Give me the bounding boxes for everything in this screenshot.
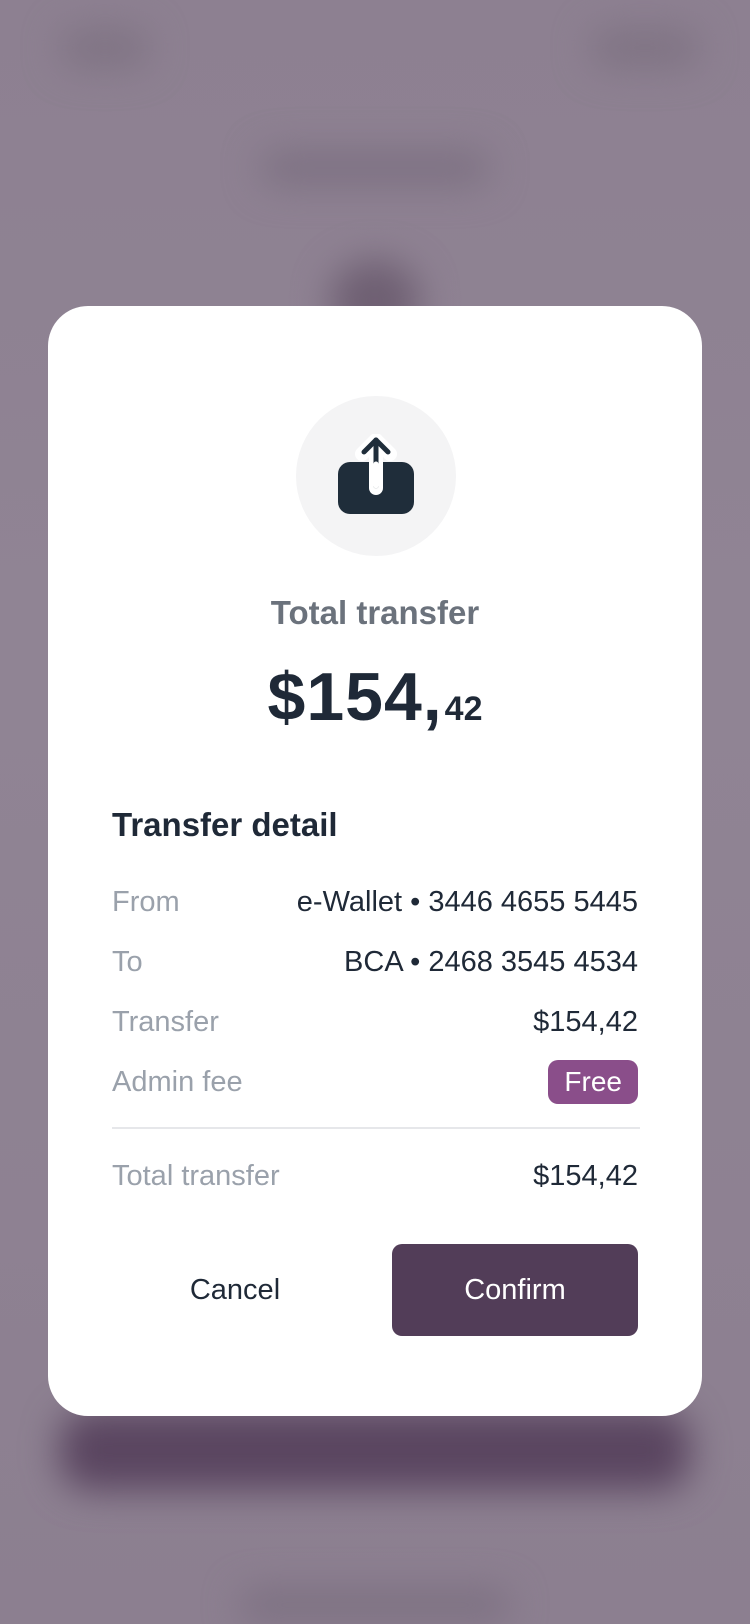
detail-row-transfer: Transfer $154,42 bbox=[112, 1000, 638, 1044]
cancel-button[interactable]: Cancel bbox=[112, 1244, 358, 1336]
total-transfer-heading: Total transfer bbox=[270, 594, 480, 631]
confirm-button[interactable]: Confirm bbox=[392, 1244, 638, 1336]
detail-value: $154,42 bbox=[533, 1005, 638, 1038]
background-blur-shape bbox=[260, 150, 490, 186]
background-blur-shape bbox=[60, 1410, 690, 1490]
total-row: Total transfer $154,42 bbox=[112, 1154, 638, 1198]
detail-label: Admin fee bbox=[112, 1065, 243, 1098]
total-amount: $154,42 bbox=[48, 658, 702, 736]
transfer-detail-title: Transfer detail bbox=[112, 806, 338, 843]
divider bbox=[112, 1127, 640, 1129]
detail-label: To bbox=[112, 945, 143, 978]
amount-major: $154, bbox=[267, 659, 443, 735]
detail-row-from: From e-Wallet • 3446 4655 5445 bbox=[112, 880, 638, 924]
upload-share-icon bbox=[338, 434, 414, 514]
detail-row-to: To BCA • 2468 3545 4534 bbox=[112, 940, 638, 984]
background-blur-shape bbox=[590, 28, 700, 68]
detail-value: e-Wallet • 3446 4655 5445 bbox=[296, 885, 638, 918]
total-value: $154,42 bbox=[533, 1159, 638, 1192]
total-label: Total transfer bbox=[112, 1159, 280, 1192]
detail-label: Transfer bbox=[112, 1005, 219, 1038]
free-badge: Free bbox=[548, 1060, 638, 1104]
detail-row-admin-fee: Admin fee Free bbox=[112, 1060, 638, 1104]
detail-label: From bbox=[112, 885, 180, 918]
background-blur-shape bbox=[60, 28, 150, 68]
background-blur-shape bbox=[240, 1590, 510, 1620]
amount-minor: 42 bbox=[444, 690, 483, 728]
icon-container bbox=[296, 396, 456, 556]
detail-value: BCA • 2468 3545 4534 bbox=[344, 945, 638, 978]
transfer-confirmation-dialog: Total transfer $154,42 Transfer detail F… bbox=[48, 306, 702, 1416]
